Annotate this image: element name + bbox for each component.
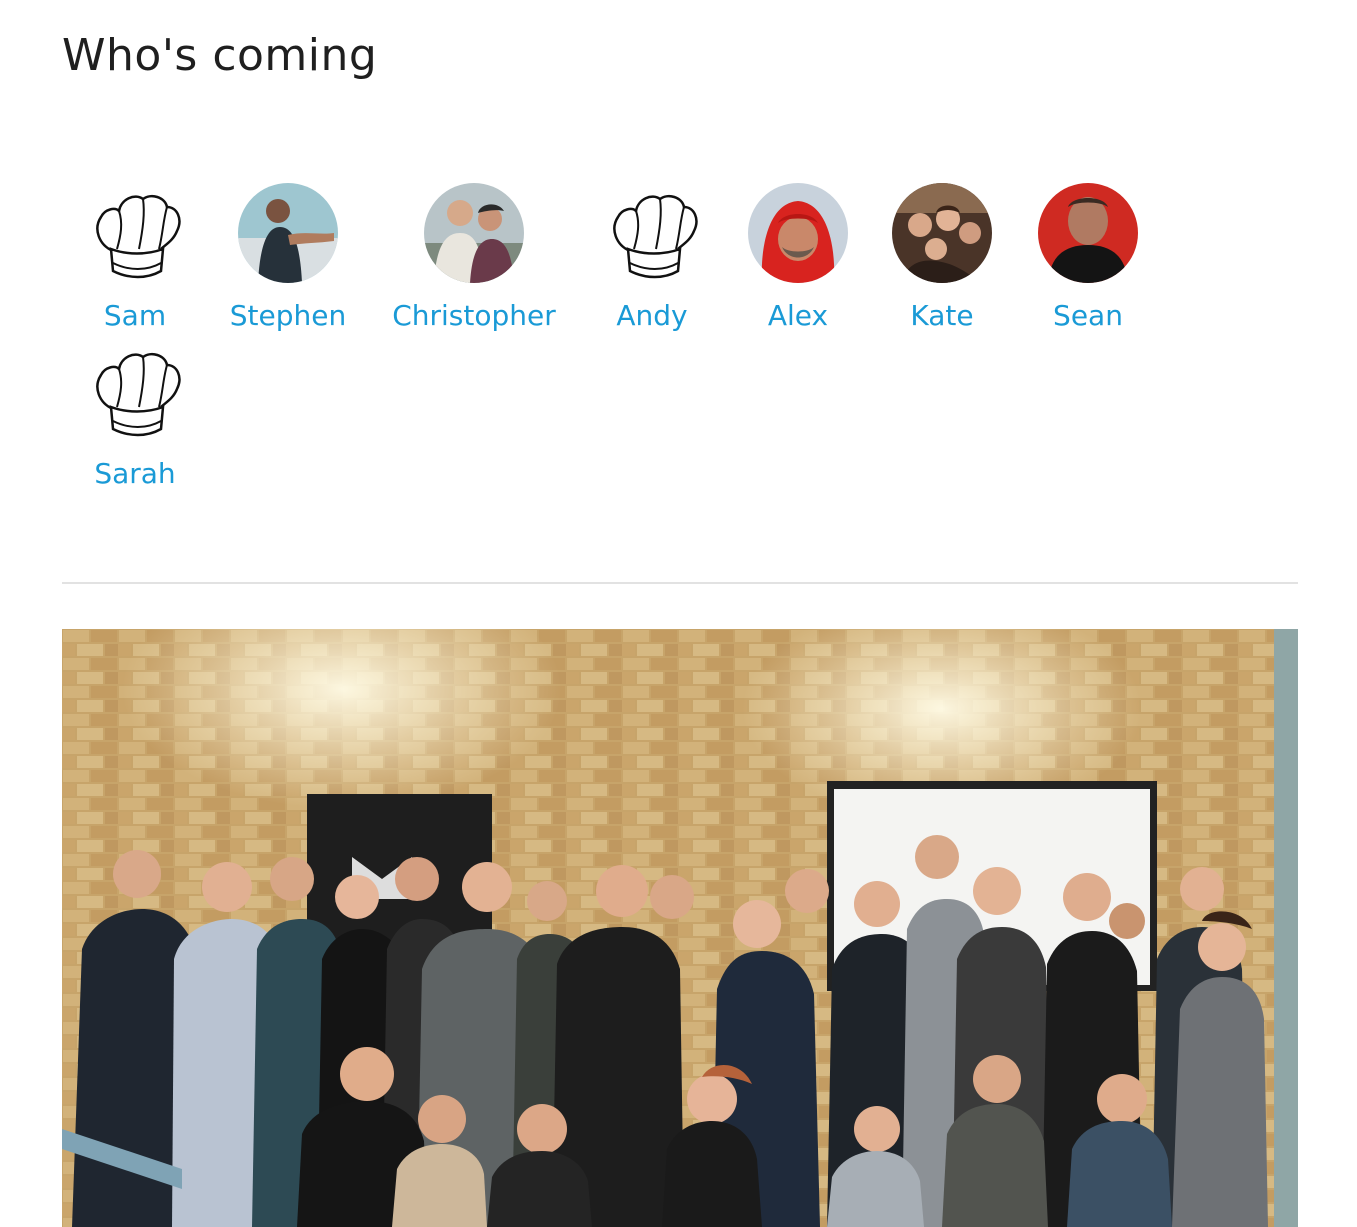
attendee-name: Alex [767, 299, 829, 332]
group-photo [62, 629, 1298, 1227]
chef-hat-icon [613, 195, 698, 279]
attendee-sarah[interactable]: Sarah [40, 341, 230, 490]
attendee-name: Kate [910, 299, 974, 332]
attendee-name: Stephen [229, 299, 347, 332]
attendee-christopher[interactable]: Christopher [379, 183, 569, 332]
attendee-name: Christopher [392, 299, 556, 332]
attendee-sean[interactable]: Sean [993, 183, 1183, 332]
avatar [892, 183, 992, 283]
attendee-name: Sarah [94, 457, 176, 490]
avatar [238, 183, 338, 283]
chef-hat-icon [96, 195, 181, 279]
attendee-stephen[interactable]: Stephen [193, 183, 383, 332]
avatar [424, 183, 524, 283]
attendee-name: Sam [103, 299, 167, 332]
section-divider [62, 582, 1298, 584]
attendee-name: Andy [616, 299, 688, 332]
section-title: Who's coming [62, 30, 378, 81]
avatar [748, 183, 848, 283]
chef-hat-icon [96, 353, 181, 437]
attendee-name: Sean [1053, 299, 1123, 332]
avatar [1038, 183, 1138, 283]
